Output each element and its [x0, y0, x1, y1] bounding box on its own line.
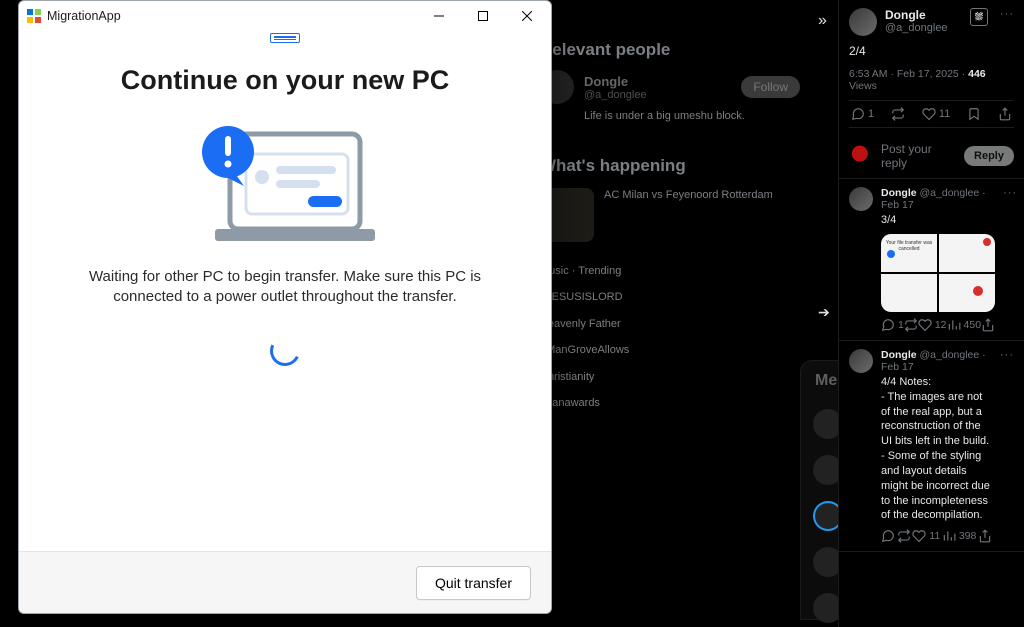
retweet-icon	[891, 107, 905, 121]
avatar[interactable]	[849, 349, 873, 373]
quit-transfer-button[interactable]: Quit transfer	[416, 566, 531, 600]
tweet-image-grid[interactable]: Your file transfer was cancelled	[881, 234, 995, 312]
main-tweet[interactable]: Dongle @a_donglee ⛆ ··· 2/4 6:53 AM · Fe…	[839, 0, 1024, 134]
tweet-date: Feb 17	[881, 361, 914, 373]
share-icon	[978, 529, 992, 543]
bookmark-action[interactable]	[967, 107, 981, 121]
trend-list: Music · Trending #JESUSISLORD Heavenly F…	[540, 258, 800, 416]
illustration	[19, 114, 551, 249]
avatar	[849, 144, 873, 168]
relevant-people-heading: Relevant people	[540, 40, 800, 60]
reply-button[interactable]: Reply	[964, 146, 1014, 166]
image-caption: Your file transfer was cancelled	[885, 240, 933, 252]
views-action[interactable]: 398	[942, 529, 977, 543]
trend-item[interactable]: AC Milan vs Feyenoord Rotterdam	[540, 188, 800, 242]
close-button[interactable]	[505, 1, 549, 31]
share-icon	[981, 318, 995, 332]
reply-icon	[881, 529, 895, 543]
author-handle[interactable]: @a_donglee	[885, 22, 948, 35]
reply-icon	[881, 318, 895, 332]
avatar[interactable]	[849, 187, 873, 211]
expand-icon[interactable]: »	[818, 12, 827, 30]
minimize-icon	[434, 11, 444, 21]
author-name[interactable]: Dongle	[881, 349, 917, 361]
reply-placeholder[interactable]: Post your reply	[881, 142, 956, 170]
retweet-action[interactable]	[897, 529, 911, 543]
reply-tweet[interactable]: Dongle @a_donglee · Feb 17 4/4 Notes: - …	[839, 341, 1024, 552]
window-footer: Quit transfer	[19, 551, 551, 613]
relevant-user-name: Dongle	[584, 74, 647, 89]
share-action[interactable]	[981, 318, 995, 332]
like-action[interactable]: 12	[918, 318, 947, 332]
analytics-icon	[942, 529, 956, 543]
bookmark-icon	[967, 107, 981, 121]
titlebar[interactable]: MigrationApp	[19, 1, 551, 31]
like-action[interactable]: 11	[922, 107, 950, 121]
heart-icon	[922, 107, 936, 121]
next-image-arrow[interactable]: ➔	[818, 304, 830, 321]
app-icon	[27, 9, 41, 23]
more-icon[interactable]: ···	[1000, 8, 1014, 36]
window-title: MigrationApp	[47, 9, 417, 23]
reply-count: 1	[868, 108, 874, 120]
author-name[interactable]: Dongle	[885, 8, 948, 22]
heart-icon	[918, 318, 932, 332]
reply-action[interactable]: 1	[881, 318, 904, 332]
author-handle[interactable]: @a_donglee	[920, 349, 980, 361]
more-icon[interactable]: ···	[1000, 349, 1014, 361]
share-action[interactable]	[998, 107, 1012, 121]
share-action[interactable]	[978, 529, 992, 543]
page-heading: Continue on your new PC	[19, 65, 551, 96]
grok-icon[interactable]: ⛆	[970, 8, 988, 26]
tweet-text: 2/4	[849, 44, 1014, 58]
minimize-button[interactable]	[417, 1, 461, 31]
maximize-button[interactable]	[461, 1, 505, 31]
tweet-meta: 6:53 AM · Feb 17, 2025 · 446 Views	[849, 68, 1014, 92]
author-name[interactable]: Dongle	[881, 187, 917, 199]
avatar[interactable]	[849, 8, 877, 36]
retweet-icon	[897, 529, 911, 543]
reply-action[interactable]	[881, 529, 895, 543]
like-action[interactable]: 11	[912, 529, 940, 543]
analytics-icon	[947, 318, 961, 332]
views-action[interactable]: 450	[947, 318, 982, 332]
loading-spinner-icon	[266, 331, 304, 369]
reply-tweet[interactable]: Dongle @a_donglee · Feb 17 3/4 Your file…	[839, 179, 1024, 341]
relevant-user-bio: Life is under a big umeshu block.	[584, 110, 800, 122]
close-icon	[522, 11, 532, 21]
tweet-date: Feb 17	[881, 199, 914, 211]
follow-button[interactable]: Follow	[741, 76, 800, 98]
retweet-action[interactable]	[891, 107, 905, 121]
author-handle[interactable]: @a_donglee	[920, 187, 980, 199]
heart-icon	[912, 529, 926, 543]
like-count: 11	[939, 108, 950, 120]
tweet-thread-column: Dongle @a_donglee ⛆ ··· 2/4 6:53 AM · Fe…	[838, 0, 1024, 627]
reply-action[interactable]: 1	[851, 107, 874, 121]
reply-icon	[851, 107, 865, 121]
relevant-user-handle: @a_donglee	[584, 89, 647, 101]
status-description: Waiting for other PC to begin transfer. …	[19, 267, 551, 308]
retweet-icon	[904, 318, 918, 332]
window-decoration-icon	[270, 33, 300, 43]
maximize-icon	[478, 11, 488, 21]
trend-text: AC Milan vs Feyenoord Rotterdam	[604, 188, 773, 242]
retweet-action[interactable]	[904, 318, 918, 332]
tweet-text: 4/4 Notes: - The images are not of the r…	[881, 375, 992, 523]
whats-happening-heading: What's happening	[540, 156, 800, 176]
relevant-user-row[interactable]: Dongle @a_donglee Follow	[540, 70, 800, 104]
reply-composer[interactable]: Post your reply Reply	[839, 134, 1024, 179]
more-icon[interactable]: ···	[1003, 187, 1017, 199]
tweet-text: 3/4	[881, 213, 995, 228]
share-icon	[998, 107, 1012, 121]
migration-app-window: MigrationApp Continue on your new PC	[18, 0, 552, 614]
